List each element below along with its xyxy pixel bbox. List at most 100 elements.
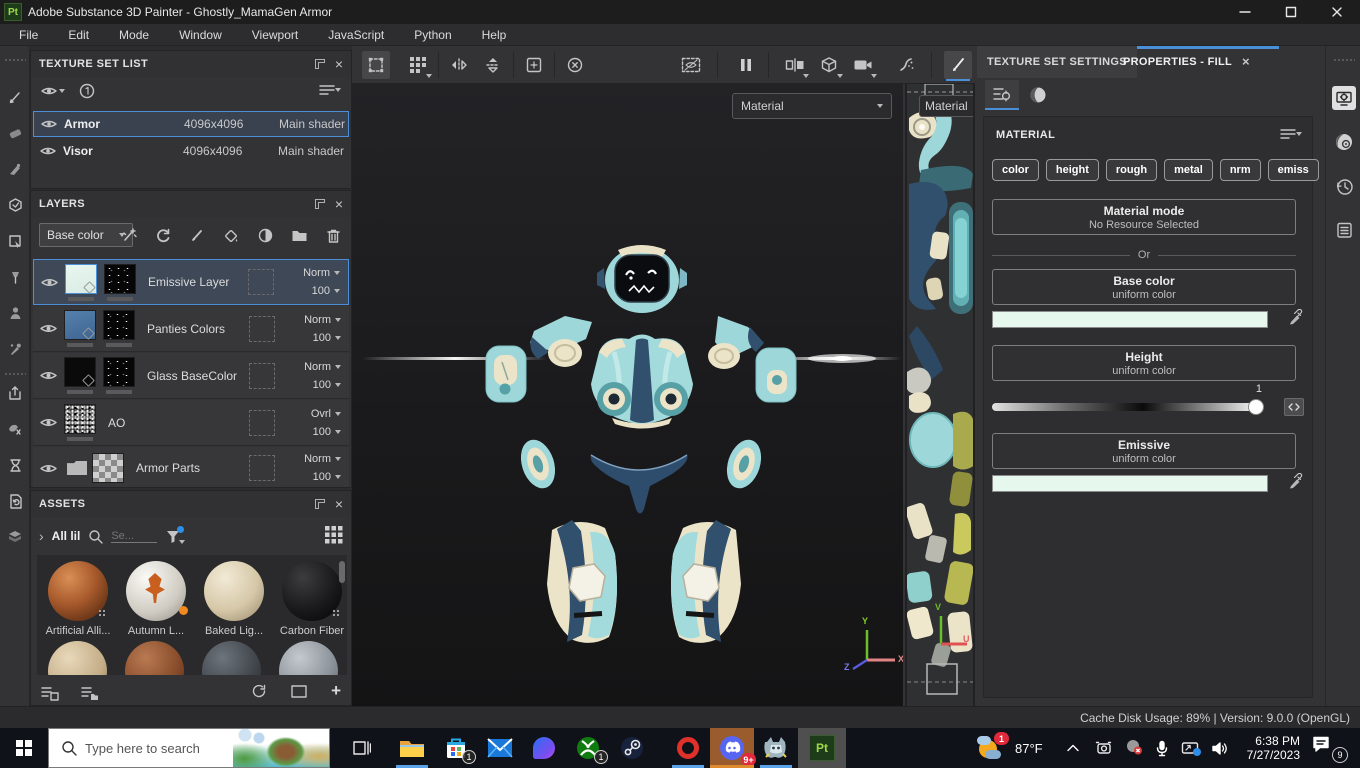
layer-material-slot[interactable]: [248, 269, 274, 295]
paint-tool-icon[interactable]: [4, 86, 26, 108]
menu-mode[interactable]: Mode: [104, 24, 164, 46]
layer-color-thumbnail[interactable]: [64, 310, 96, 340]
taskbar-substance-painter[interactable]: Pt: [798, 728, 846, 768]
channel-metal-button[interactable]: metal: [1164, 159, 1213, 181]
viewport-3d[interactable]: Material Y X Z: [352, 84, 903, 706]
export-icon[interactable]: [4, 382, 26, 404]
layer-color-thumbnail[interactable]: [65, 263, 97, 294]
opacity-select[interactable]: 100: [313, 332, 341, 344]
resources-updater-icon[interactable]: [4, 490, 26, 512]
tray-chevron-icon[interactable]: [1066, 744, 1079, 752]
minimize-button[interactable]: [1222, 0, 1268, 24]
viewport-2d[interactable]: Material V U: [905, 84, 975, 706]
material-picker-tool-icon[interactable]: [4, 302, 26, 324]
grid-view-icon[interactable]: [325, 525, 343, 547]
viewport-material-select[interactable]: Material: [732, 93, 892, 119]
log-icon[interactable]: [1332, 218, 1356, 242]
channel-color-button[interactable]: color: [992, 159, 1039, 181]
layer-row-armor-parts[interactable]: Armor Parts Norm 100: [33, 447, 349, 487]
opacity-select[interactable]: 100: [313, 379, 341, 391]
color-picker-tool-icon[interactable]: [4, 338, 26, 360]
save-shelf-icon[interactable]: [41, 686, 59, 701]
close-panel-icon[interactable]: ×: [335, 197, 343, 211]
history-icon[interactable]: [1332, 174, 1356, 198]
dock-handle[interactable]: [1333, 58, 1355, 62]
menu-window[interactable]: Window: [164, 24, 237, 46]
emissive-eyedropper-icon[interactable]: [1288, 473, 1304, 489]
base-color-eyedropper-icon[interactable]: [1288, 309, 1304, 325]
smudge-tool-icon[interactable]: [4, 230, 26, 252]
maximize-button[interactable]: [1268, 0, 1314, 24]
menu-viewport[interactable]: Viewport: [237, 24, 313, 46]
dock-handle[interactable]: [4, 58, 26, 62]
menu-javascript[interactable]: JavaScript: [313, 24, 399, 46]
close-panel-icon[interactable]: ×: [335, 57, 343, 71]
geometry-mask-icon[interactable]: [781, 51, 809, 79]
uv-tiling-icon[interactable]: [404, 51, 432, 79]
layer-material-slot[interactable]: [249, 409, 275, 436]
layer-material-slot[interactable]: [249, 455, 275, 481]
close-tab-icon[interactable]: ×: [1242, 55, 1250, 68]
asset-item[interactable]: Artificial Alli...: [43, 561, 113, 637]
eye-icon[interactable]: [33, 146, 63, 156]
eye-icon[interactable]: [33, 463, 63, 474]
visibility-dropdown-icon[interactable]: [41, 85, 65, 97]
layer-material-slot[interactable]: [249, 315, 275, 342]
float-panel-icon[interactable]: [314, 199, 325, 209]
asset-item[interactable]: Autumn L...: [121, 561, 191, 637]
base-color-swatch[interactable]: [992, 311, 1268, 328]
eraser-tool-icon[interactable]: [4, 122, 26, 144]
taskbar-store[interactable]: 1: [434, 728, 478, 768]
materials-icon[interactable]: [4, 526, 26, 548]
eye-icon[interactable]: [33, 370, 63, 381]
tab-properties-fill[interactable]: PROPERTIES - FILL ×: [1123, 46, 1250, 78]
taskbar-search[interactable]: [48, 728, 330, 768]
channel-rough-button[interactable]: rough: [1105, 159, 1158, 181]
taskbar-file-explorer[interactable]: [390, 728, 434, 768]
particles-icon[interactable]: [893, 51, 921, 79]
projection-tool-icon[interactable]: [4, 158, 26, 180]
tray-microphone-icon[interactable]: [1155, 740, 1169, 757]
panel-menu-icon[interactable]: [319, 83, 341, 97]
solo-view-icon[interactable]: [79, 83, 95, 99]
camera-settings-icon[interactable]: [849, 51, 877, 79]
weather-temp[interactable]: 87°F: [1015, 741, 1043, 756]
task-view-button[interactable]: [340, 728, 384, 768]
opacity-select[interactable]: 100: [313, 426, 341, 438]
assets-scrollbar[interactable]: [339, 561, 345, 583]
assets-search-input[interactable]: [111, 529, 158, 543]
close-button[interactable]: [1314, 0, 1360, 24]
symmetry-vertical-icon[interactable]: [479, 51, 507, 79]
height-button[interactable]: Height uniform color: [992, 345, 1296, 381]
texture-set-row-visor[interactable]: Visor 4096x4096 Main shader: [33, 138, 349, 164]
layer-row-emissive[interactable]: Emissive Layer Norm 100: [33, 259, 349, 305]
layer-mask-thumbnail[interactable]: [103, 310, 135, 340]
clone-tool-icon[interactable]: [4, 266, 26, 288]
float-panel-icon[interactable]: [314, 499, 325, 509]
taskbar-steam[interactable]: [610, 728, 654, 768]
asset-item[interactable]: [48, 641, 107, 675]
base-color-button[interactable]: Base color uniform color: [992, 269, 1296, 305]
tray-volume-icon[interactable]: [1211, 741, 1229, 756]
emissive-button[interactable]: Emissive uniform color: [992, 433, 1296, 469]
tray-cast-icon[interactable]: [1181, 741, 1201, 756]
channel-height-button[interactable]: height: [1045, 159, 1099, 181]
subtab-material-sphere[interactable]: [1021, 80, 1055, 110]
notification-center[interactable]: 9: [1312, 735, 1348, 763]
taskbar-mail[interactable]: [478, 728, 522, 768]
isolate-selection-icon[interactable]: [677, 51, 705, 79]
eye-icon[interactable]: [34, 277, 64, 288]
taskbar-search-input[interactable]: [85, 740, 235, 756]
add-fill-layer-icon[interactable]: [155, 227, 172, 244]
expand-tree-icon[interactable]: ›: [39, 528, 44, 544]
texture-set-row-armor[interactable]: Armor 4096x4096 Main shader: [33, 111, 349, 137]
opacity-select[interactable]: 100: [313, 471, 341, 483]
new-folder-icon[interactable]: [291, 684, 307, 698]
refresh-icon[interactable]: [251, 683, 267, 699]
taskbar-game[interactable]: [754, 728, 798, 768]
asset-item[interactable]: Baked Lig...: [199, 561, 269, 637]
add-group-icon[interactable]: [291, 228, 309, 243]
blend-mode-select[interactable]: Norm: [304, 361, 341, 373]
layer-row-glass[interactable]: Glass BaseColor Norm 100: [33, 353, 349, 399]
eye-icon[interactable]: [34, 119, 64, 129]
